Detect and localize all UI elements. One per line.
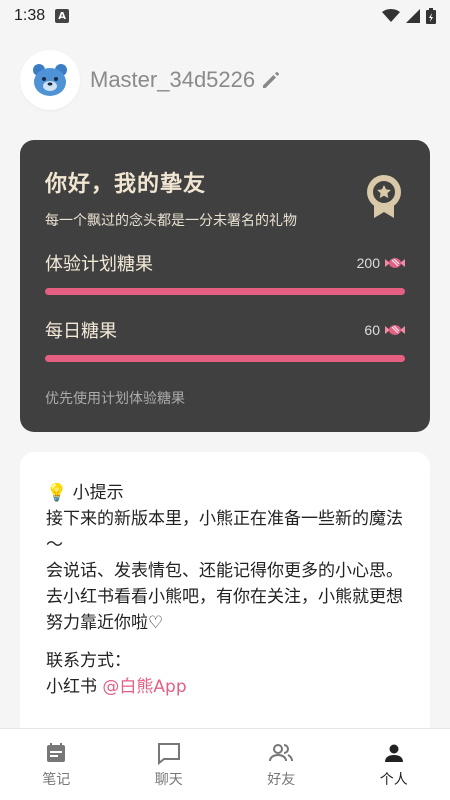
avatar[interactable] <box>20 50 80 110</box>
candy-value-plan: 200 <box>357 255 405 271</box>
tips-line: 会说话、发表情包、还能记得你更多的小心思。 <box>46 561 403 581</box>
contact-handle-link[interactable]: @白熊App <box>102 677 186 697</box>
friends-icon <box>269 743 294 761</box>
candy-value-plan-text: 200 <box>356 255 380 271</box>
tips-line: 去小红书看看小熊吧，有你在关注，小熊就更想努力靠近你啦♡ <box>46 587 403 633</box>
chat-icon <box>157 742 180 765</box>
candy-value-daily-text: 60 <box>364 322 380 338</box>
medal-icon <box>366 174 402 224</box>
candy-icon <box>385 325 405 335</box>
tab-notes-label: 笔记 <box>42 771 71 788</box>
edit-pencil-icon[interactable] <box>261 70 281 90</box>
candy-card: 你好，我的挚友 每一个飘过的念头都是一分未署名的礼物 体验计划糖果 200 每日… <box>20 140 430 432</box>
tab-personal-label: 个人 <box>379 771 408 788</box>
signal-icon <box>406 9 420 23</box>
contact-row: 小红书 @白熊App <box>46 674 404 700</box>
tab-chat-label: 聊天 <box>154 771 183 788</box>
lightbulb-icon: 💡 <box>46 483 68 503</box>
tab-notes[interactable]: 笔记 <box>0 729 113 800</box>
candy-row-daily: 每日糖果 60 <box>45 317 405 343</box>
candy-label-plan: 体验计划糖果 <box>45 254 153 275</box>
username: Master_34d5226 <box>90 67 256 92</box>
tab-friends-label: 好友 <box>267 771 296 788</box>
card-hint: 优先使用计划体验糖果 <box>45 391 185 407</box>
tab-personal[interactable]: 个人 <box>338 729 450 800</box>
candy-icon <box>385 258 405 268</box>
tips-line: 接下来的新版本里，小熊正在准备一些新的魔法～ <box>46 509 403 555</box>
notification-a-icon: A <box>55 9 70 23</box>
bottom-tab-bar: 笔记 聊天 好友 个人 <box>0 728 450 800</box>
status-bar: 1:38 A <box>0 0 450 32</box>
candy-bar-daily <box>45 355 405 362</box>
tips-heading: 小提示 <box>72 483 124 503</box>
card-subtitle: 每一个飘过的念头都是一分未署名的礼物 <box>45 213 297 229</box>
candy-label-daily: 每日糖果 <box>45 321 117 342</box>
bear-avatar-icon <box>33 64 67 96</box>
tab-friends[interactable]: 好友 <box>225 729 338 800</box>
tips-heading-row: 💡 小提示 <box>46 480 404 506</box>
candy-bar-plan <box>45 288 405 295</box>
person-icon <box>384 744 403 762</box>
contact-platform: 小红书 <box>46 677 97 697</box>
status-time: 1:38 <box>14 7 46 24</box>
tips-card: 💡 小提示 接下来的新版本里，小熊正在准备一些新的魔法～ 会说话、发表情包、还能… <box>20 452 430 752</box>
card-title: 你好，我的挚友 <box>45 172 207 197</box>
profile-header: Master_34d5226 <box>20 50 281 110</box>
tab-chat[interactable]: 聊天 <box>113 729 226 800</box>
battery-icon <box>426 8 436 24</box>
contact-label: 联系方式： <box>46 651 131 671</box>
candy-value-daily: 60 <box>364 322 405 338</box>
wifi-icon <box>382 9 400 22</box>
candy-row-plan: 体验计划糖果 200 <box>45 250 405 276</box>
status-icons <box>382 8 436 24</box>
notes-icon <box>47 742 66 762</box>
